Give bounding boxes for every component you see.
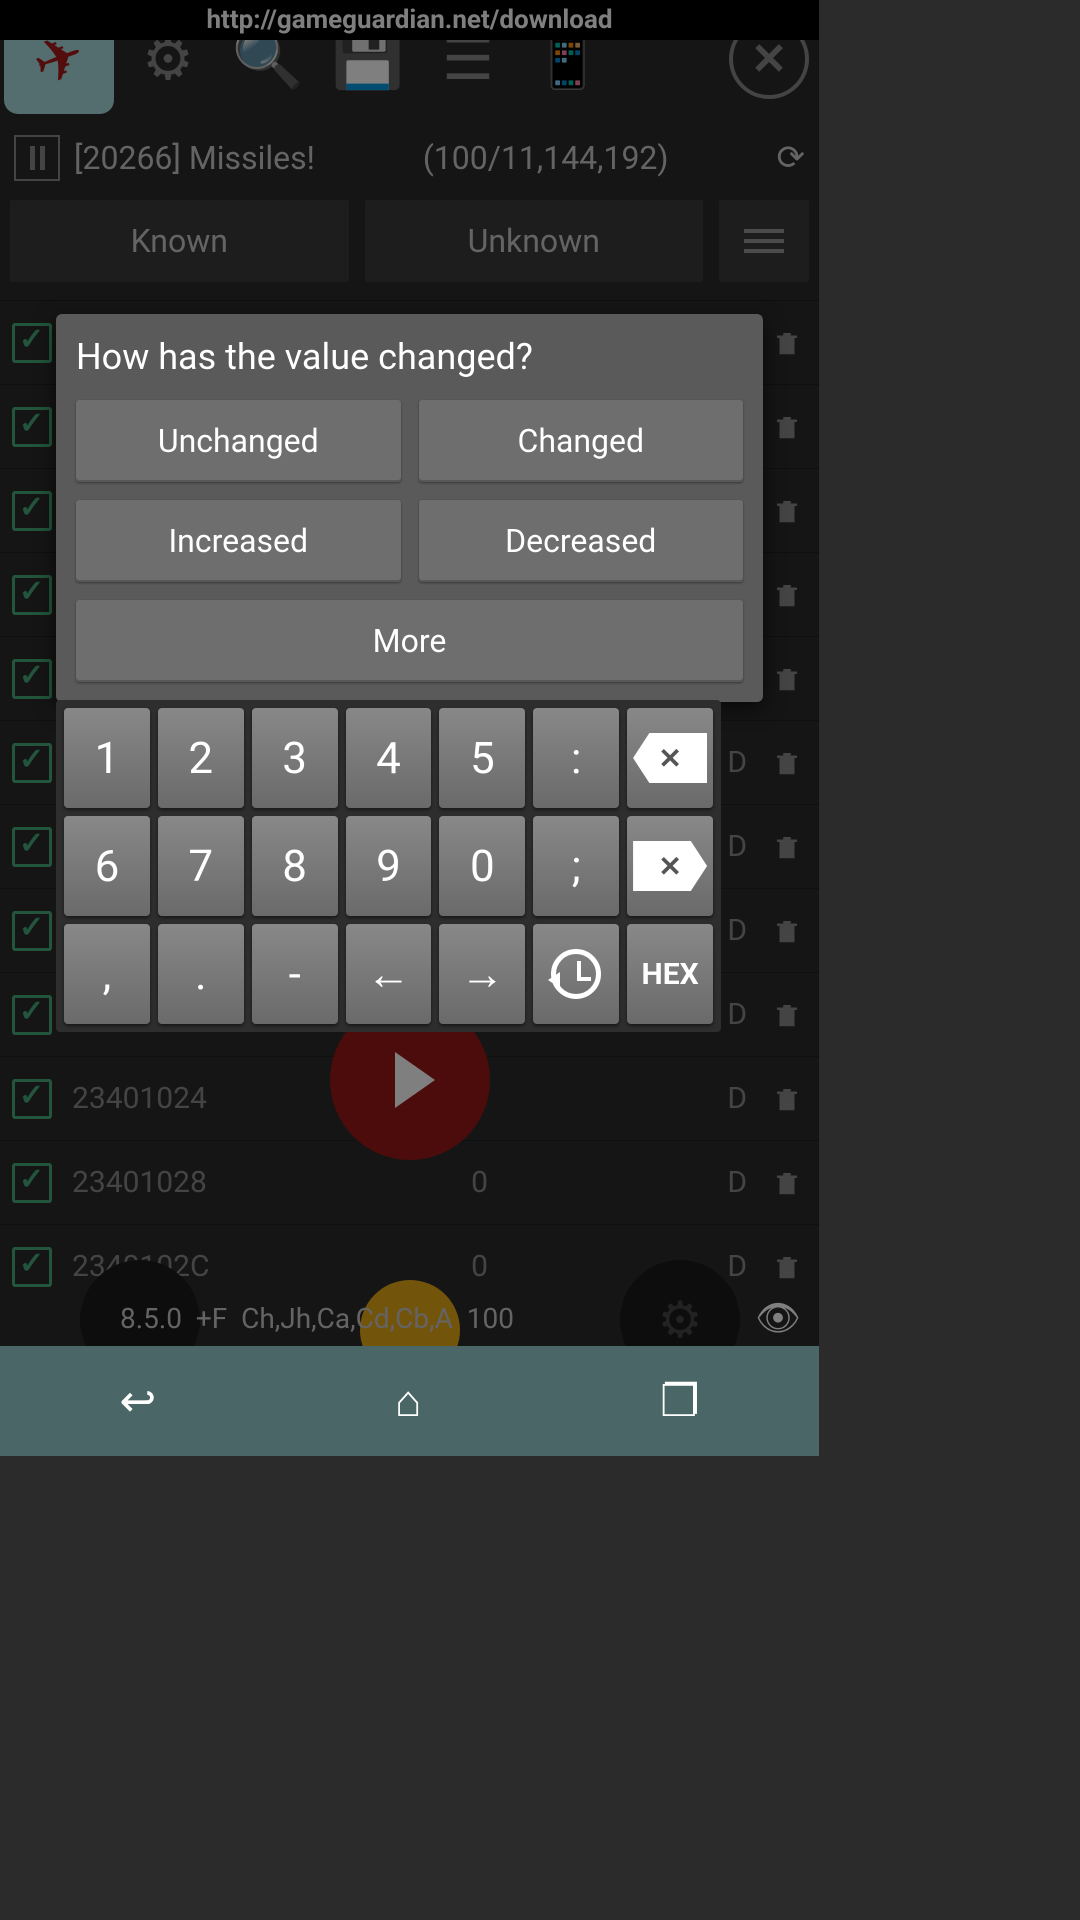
key-period[interactable]: . [158, 924, 244, 1024]
key-comma[interactable]: , [64, 924, 150, 1024]
backspace-key[interactable]: ✕ [627, 708, 713, 808]
key-4[interactable]: 4 [346, 708, 432, 808]
hex-key[interactable]: HEX [627, 924, 713, 1024]
key-2[interactable]: 2 [158, 708, 244, 808]
key-7[interactable]: 7 [158, 816, 244, 916]
key-5[interactable]: 5 [439, 708, 525, 808]
key-8[interactable]: 8 [252, 816, 338, 916]
back-icon[interactable]: ↩ [119, 1375, 156, 1427]
value-change-modal: How has the value changed? Unchanged Cha… [56, 314, 763, 702]
home-icon[interactable]: ⌂ [395, 1375, 422, 1427]
key-3[interactable]: 3 [252, 708, 338, 808]
forward-delete-key[interactable]: ✕ [627, 816, 713, 916]
modal-title: How has the value changed? [76, 336, 743, 378]
history-key[interactable] [533, 924, 619, 1024]
key-arrow-left[interactable]: ← [346, 924, 432, 1024]
increased-button[interactable]: Increased [76, 500, 401, 582]
decreased-button[interactable]: Decreased [419, 500, 744, 582]
more-button[interactable]: More [76, 600, 743, 682]
key-minus[interactable]: - [252, 924, 338, 1024]
unchanged-button[interactable]: Unchanged [76, 400, 401, 482]
nav-bar: ↩ ⌂ ❐ [0, 1346, 819, 1456]
changed-button[interactable]: Changed [419, 400, 744, 482]
key-0[interactable]: 0 [439, 816, 525, 916]
recents-icon[interactable]: ❐ [660, 1375, 699, 1427]
keypad: 1 2 3 4 5 : ✕ 6 7 8 9 0 ; ✕ , . - ← → HE… [56, 700, 721, 1032]
key-arrow-right[interactable]: → [439, 924, 525, 1024]
key-6[interactable]: 6 [64, 816, 150, 916]
key-1[interactable]: 1 [64, 708, 150, 808]
key-semicolon[interactable]: ; [533, 816, 619, 916]
key-9[interactable]: 9 [346, 816, 432, 916]
key-colon[interactable]: : [533, 708, 619, 808]
